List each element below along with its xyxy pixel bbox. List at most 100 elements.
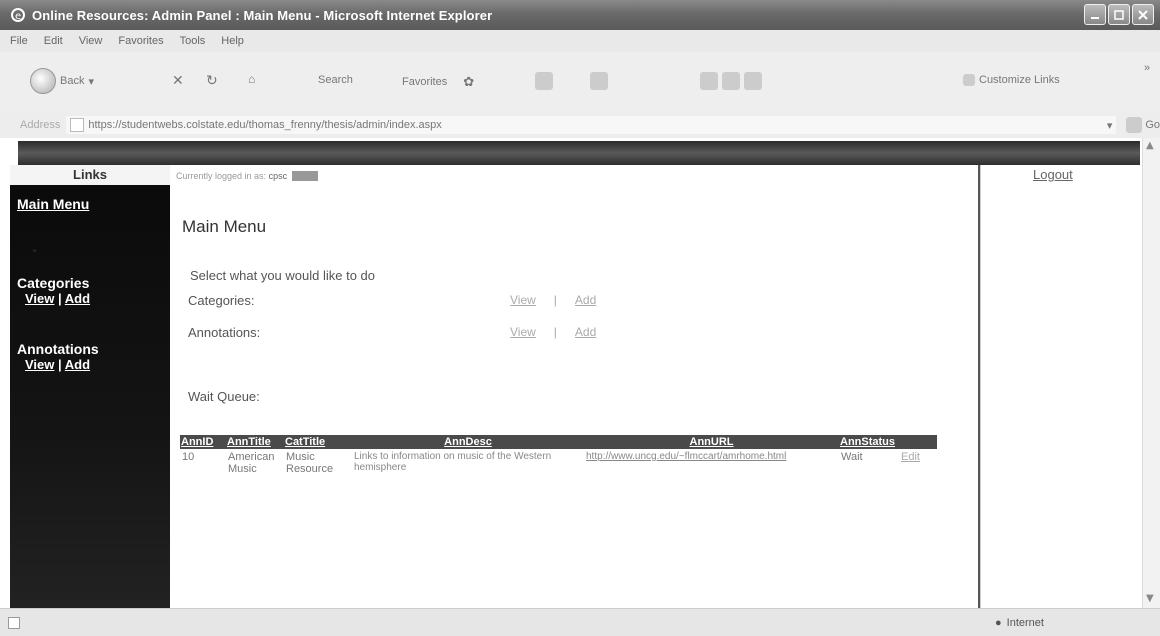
scroll-up-icon[interactable]: ▲ [1146, 140, 1154, 151]
window-title: Online Resources: Admin Panel : Main Men… [32, 7, 493, 23]
categories-view-link[interactable]: View [510, 293, 536, 307]
favorites-icon: ✿ [463, 74, 475, 89]
categories-label: Categories: [188, 293, 255, 308]
wait-queue-heading: Wait Queue: [188, 389, 260, 404]
address-input[interactable]: https://studentwebs.colstate.edu/thomas_… [66, 116, 1117, 134]
nav-categories-links: View | Add [17, 291, 90, 306]
home-button[interactable]: ⌂ [248, 72, 255, 86]
back-button[interactable]: Back ▾ [30, 68, 94, 94]
svg-text:e: e [15, 11, 21, 22]
favorites-button[interactable]: Favorites ✿ [402, 74, 474, 90]
menu-help[interactable]: Help [219, 35, 246, 47]
chevron-down-icon[interactable]: ▾ [1107, 119, 1113, 132]
page-icon [70, 118, 85, 132]
go-button[interactable]: Go [1126, 117, 1160, 133]
messenger-button[interactable] [700, 72, 762, 90]
main-content: Currently logged in as: cpsc Main Menu S… [170, 165, 980, 608]
cell-annstatus: Wait [841, 451, 863, 463]
security-zone: ● Internet [995, 617, 1044, 629]
scroll-down-icon[interactable]: ▼ [1146, 593, 1154, 604]
nav-annotations-view[interactable]: View [25, 357, 54, 372]
media-button[interactable] [535, 72, 553, 90]
logout-link[interactable]: Logout [1033, 167, 1073, 182]
left-nav: Links Main Menu ◦ Categories View | Add … [10, 165, 170, 608]
customize-links[interactable]: Customize Links [963, 74, 1060, 86]
search-button[interactable]: Search [318, 74, 353, 86]
messenger-icon [700, 72, 718, 90]
nav-annotations-add[interactable]: Add [65, 357, 90, 372]
nav-annotations: Annotations View | Add [17, 341, 99, 372]
home-icon: ⌂ [248, 72, 256, 86]
menu-favorites[interactable]: Favorites [116, 35, 165, 47]
page-status-icon [8, 617, 20, 629]
logged-highlight [291, 171, 318, 181]
toolbar-overflow[interactable]: » [1144, 62, 1150, 74]
annotations-add-link[interactable]: Add [575, 325, 596, 339]
prompt-text: Select what you would like to do [190, 268, 375, 283]
nav-main-menu[interactable]: Main Menu [17, 196, 89, 212]
nav-categories-add[interactable]: Add [65, 291, 90, 306]
nav-categories-label: Categories [17, 275, 90, 291]
favorites-label: Favorites [402, 76, 448, 88]
go-label: Go [1145, 119, 1160, 131]
menu-tools[interactable]: Tools [178, 35, 208, 47]
header-anndesc[interactable]: AnnDesc [352, 435, 584, 449]
menu-edit[interactable]: Edit [42, 35, 65, 47]
maximize-button[interactable] [1108, 4, 1130, 25]
link-icon [963, 74, 975, 86]
print-icon [722, 72, 740, 90]
nav-annotations-links: View | Add [17, 357, 99, 372]
categories-add-link[interactable]: Add [575, 293, 596, 307]
go-icon [1126, 117, 1143, 133]
annotations-label: Annotations: [188, 325, 261, 340]
links-separator: | [553, 325, 557, 339]
edit-icon [744, 72, 762, 90]
menu-view[interactable]: View [77, 35, 105, 47]
nav-annotations-label: Annotations [17, 341, 99, 357]
customize-label: Customize Links [979, 74, 1060, 86]
header-cattitle[interactable]: CatTitle [284, 435, 352, 449]
back-label: Back [60, 75, 85, 87]
back-icon [30, 68, 56, 94]
mail-button[interactable] [590, 72, 608, 90]
nav-categories-view[interactable]: View [25, 291, 54, 306]
chevron-right-icon: » [1144, 62, 1151, 74]
menu-file[interactable]: File [8, 35, 30, 47]
header-annurl[interactable]: AnnURL [584, 435, 839, 449]
address-bar: Address https://studentwebs.colstate.edu… [0, 112, 1160, 138]
nav-bullet-icon: ◦ [32, 247, 38, 257]
cell-annurl[interactable]: http://www.uncg.edu/~flmccart/amrhome.ht… [584, 449, 839, 477]
menu-bar: File Edit View Favorites Tools Help [0, 30, 1160, 52]
annotations-view-link[interactable]: View [510, 325, 536, 339]
page-viewport: Links Main Menu ◦ Categories View | Add … [0, 138, 1160, 608]
cell-anntitle: American Music [228, 451, 275, 475]
vertical-scrollbar[interactable]: ▲ ▼ [1142, 138, 1160, 608]
categories-links: View | Add [510, 293, 596, 307]
edit-link[interactable]: Edit [901, 451, 920, 463]
stop-icon: ✕ [172, 72, 184, 88]
refresh-button[interactable]: ↻ [206, 72, 218, 89]
header-annstatus[interactable]: AnnStatus [839, 435, 899, 449]
media-icon [535, 72, 553, 90]
cell-annid: 10 [182, 451, 195, 463]
status-bar: ● Internet [0, 608, 1160, 636]
nav-separator: | [58, 291, 62, 306]
header-annid[interactable]: AnnID [180, 435, 226, 449]
stop-button[interactable]: ✕ [172, 72, 184, 89]
table-row: 10 American Music Music Resource Links t… [180, 449, 937, 477]
cell-cattitle: Music Resource [286, 451, 334, 475]
minimize-button[interactable] [1084, 4, 1106, 25]
dropdown-icon: ▾ [88, 75, 94, 88]
nav-separator: | [58, 357, 62, 372]
ie-icon: e [10, 7, 26, 23]
header-edit [899, 435, 937, 449]
header-anntitle[interactable]: AnnTitle [226, 435, 284, 449]
right-column: Logout [980, 165, 1136, 608]
site-banner [18, 141, 1140, 165]
close-button[interactable] [1132, 4, 1154, 25]
wait-queue-table: AnnID AnnTitle CatTitle AnnDesc AnnURL A… [180, 435, 937, 477]
logged-in-status: Currently logged in as: cpsc [176, 171, 318, 181]
address-label: Address [20, 119, 61, 131]
table-header-row: AnnID AnnTitle CatTitle AnnDesc AnnURL A… [180, 435, 937, 449]
window-controls [1084, 4, 1154, 25]
